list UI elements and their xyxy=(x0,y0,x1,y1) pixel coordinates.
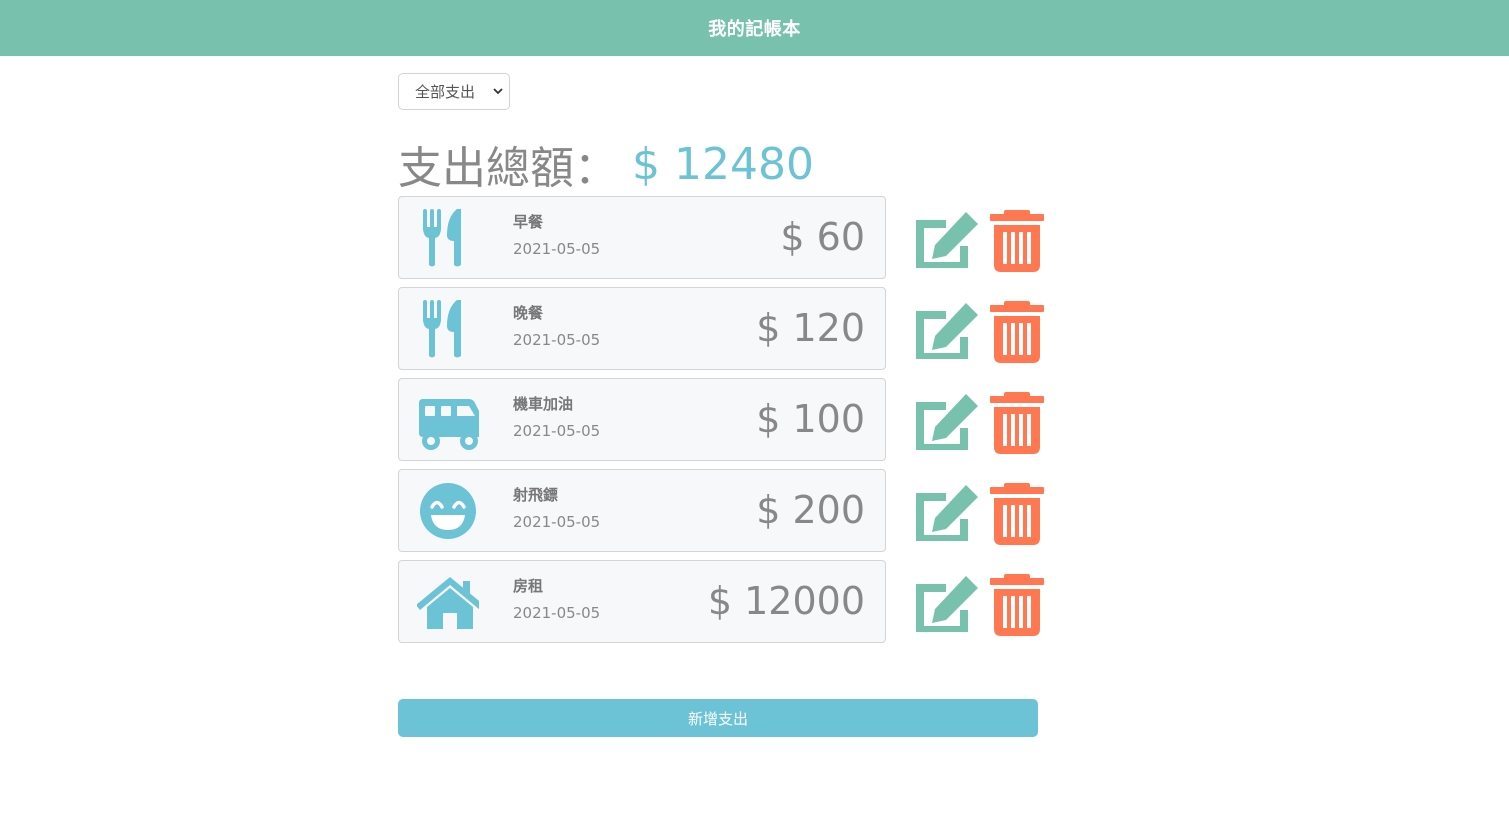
expense-date: 2021-05-05 xyxy=(513,422,601,440)
trash-icon[interactable] xyxy=(988,392,1046,454)
trash-icon[interactable] xyxy=(988,210,1046,272)
expense-name: 機車加油 xyxy=(513,395,574,413)
expense-name: 晚餐 xyxy=(513,304,544,322)
navbar: 我的記帳本 xyxy=(0,0,1509,56)
total-amount-display: 支出總額： $ 12480 xyxy=(398,134,814,195)
edit-icon[interactable] xyxy=(910,210,980,272)
edit-icon[interactable] xyxy=(910,392,980,454)
expense-amount: $ 200 xyxy=(756,488,865,532)
edit-icon[interactable] xyxy=(910,301,980,363)
expense-amount: $ 12000 xyxy=(707,579,865,623)
edit-icon[interactable] xyxy=(910,574,980,636)
expense-item: 機車加油 2021-05-05 $ 100 xyxy=(398,378,886,461)
trash-icon[interactable] xyxy=(988,301,1046,363)
expense-name: 射飛鏢 xyxy=(513,486,559,504)
expense-date: 2021-05-05 xyxy=(513,604,601,622)
expense-amount: $ 60 xyxy=(780,215,865,259)
utensils-icon xyxy=(423,300,461,358)
edit-icon[interactable] xyxy=(910,483,980,545)
expense-date: 2021-05-05 xyxy=(513,240,601,258)
expense-item: 射飛鏢 2021-05-05 $ 200 xyxy=(398,469,886,552)
grin-beam-icon xyxy=(420,483,476,539)
expense-date: 2021-05-05 xyxy=(513,331,601,349)
trash-icon[interactable] xyxy=(988,483,1046,545)
total-amount: $ 12480 xyxy=(632,138,814,190)
add-expense-label: 新增支出 xyxy=(687,709,748,728)
expense-item: 房租 2021-05-05 $ 12000 xyxy=(398,560,886,643)
utensils-icon xyxy=(423,209,461,267)
expense-item: 早餐 2021-05-05 $ 60 xyxy=(398,196,886,279)
home-icon xyxy=(417,577,479,629)
expense-amount: $ 120 xyxy=(756,306,865,350)
expense-date: 2021-05-05 xyxy=(513,513,601,531)
app-title[interactable]: 我的記帳本 xyxy=(708,15,801,41)
category-filter-select[interactable]: 全部支出 xyxy=(398,73,510,110)
expense-name: 早餐 xyxy=(513,213,544,231)
shuttle-van-icon xyxy=(419,399,479,450)
add-expense-button[interactable]: 新增支出 xyxy=(398,699,1038,737)
trash-icon[interactable] xyxy=(988,574,1046,636)
expense-amount: $ 100 xyxy=(756,397,865,441)
expense-item: 晚餐 2021-05-05 $ 120 xyxy=(398,287,886,370)
chevron-down-icon xyxy=(493,88,503,95)
total-label: 支出總額： xyxy=(398,143,618,194)
expense-name: 房租 xyxy=(513,577,544,595)
filter-selected-value: 全部支出 xyxy=(415,83,476,101)
